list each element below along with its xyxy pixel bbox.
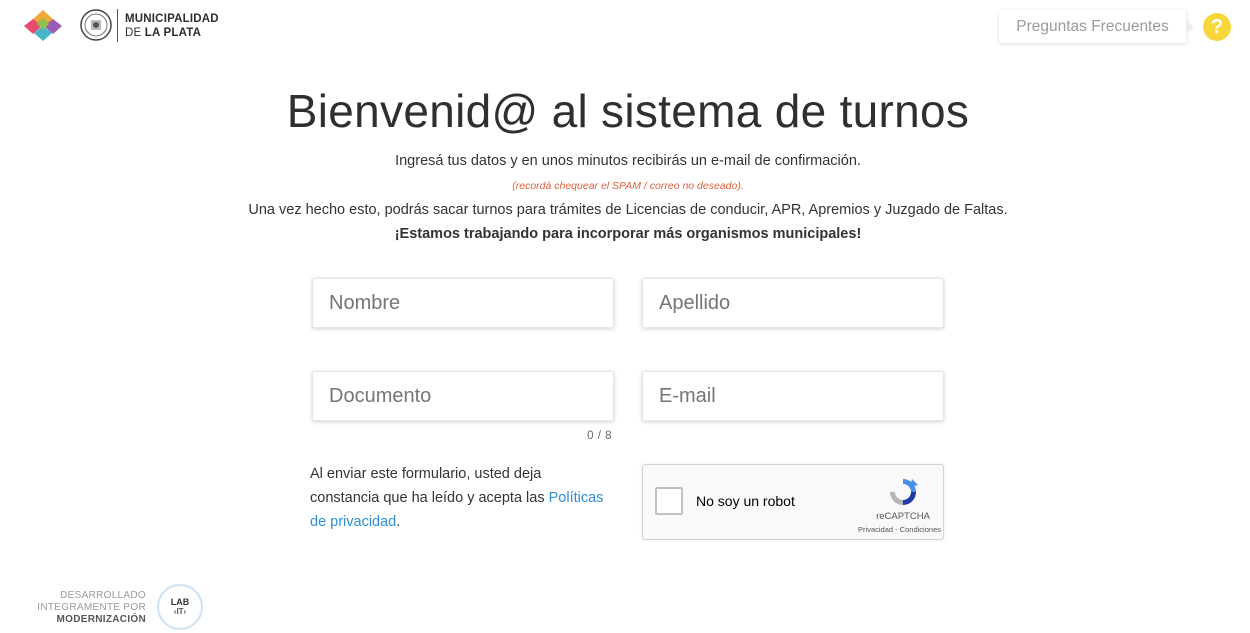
highlight-text: ¡Estamos trabajando para incorporar más … bbox=[394, 226, 862, 242]
recaptcha-links[interactable]: Privacidad - Condiciones bbox=[829, 525, 941, 534]
org-name-prefix: DE bbox=[125, 27, 142, 39]
credit-line3: MODERNIZACIÓN bbox=[56, 614, 146, 625]
recaptcha-widget: No soy un robot reCAPTCHA Privacidad - C… bbox=[642, 464, 944, 540]
header: MUNICIPALIDAD DE LA PLATA Preguntas Frec… bbox=[0, 0, 1250, 56]
documento-input[interactable] bbox=[313, 372, 613, 420]
lab-logo-bottom: ‹IT› bbox=[173, 607, 187, 616]
org-name-line2: DE LA PLATA bbox=[125, 26, 219, 40]
municipal-seal-icon bbox=[80, 9, 112, 41]
email-field-wrapper bbox=[642, 371, 944, 421]
logo-divider bbox=[117, 9, 118, 42]
credit-line1: DESARROLLADO bbox=[60, 590, 146, 601]
apellido-input[interactable] bbox=[643, 279, 943, 327]
documento-field-wrapper bbox=[312, 371, 614, 421]
info-text: Una vez hecho esto, podrás sacar turnos … bbox=[248, 202, 1008, 218]
legal-text: Al enviar este formulario, usted deja co… bbox=[310, 466, 549, 506]
nombre-field-wrapper bbox=[312, 278, 614, 328]
org-name-line1: MUNICIPALIDAD bbox=[125, 13, 219, 25]
recaptcha-brand: reCAPTCHA bbox=[876, 511, 930, 522]
recaptcha-logo-icon bbox=[890, 479, 918, 505]
spam-note: (recordá chequear el SPAM / correo no de… bbox=[512, 180, 744, 192]
apellido-field-wrapper bbox=[642, 278, 944, 328]
legal-notice: Al enviar este formulario, usted deja co… bbox=[310, 462, 610, 534]
email-input[interactable] bbox=[643, 372, 943, 420]
faq-arrow bbox=[1186, 19, 1194, 35]
recaptcha-label: No soy un robot bbox=[696, 493, 795, 509]
lab-it-logo[interactable]: LAB ‹IT› bbox=[157, 584, 203, 630]
page-title: Bienvenid@ al sistema de turnos bbox=[286, 85, 970, 137]
credit-line2: INTEGRAMENTE POR bbox=[37, 602, 146, 613]
legal-end: . bbox=[396, 514, 401, 530]
lab-logo-top: LAB bbox=[170, 597, 190, 607]
faq-button[interactable]: Preguntas Frecuentes bbox=[999, 10, 1186, 43]
developer-credit: DESARROLLADO INTEGRAMENTE POR MODERNIZAC… bbox=[20, 590, 146, 626]
nombre-input[interactable] bbox=[313, 279, 613, 327]
subtitle: Ingresá tus datos y en unos minutos reci… bbox=[395, 153, 861, 169]
city-diamond-logo-icon[interactable] bbox=[22, 8, 64, 42]
documento-char-counter: 0 / 8 bbox=[587, 430, 612, 442]
recaptcha-checkbox[interactable] bbox=[655, 487, 683, 515]
org-name-city: LA PLATA bbox=[144, 27, 202, 39]
question-icon[interactable]: ? bbox=[1203, 13, 1231, 41]
org-name: MUNICIPALIDAD DE LA PLATA bbox=[125, 12, 219, 40]
